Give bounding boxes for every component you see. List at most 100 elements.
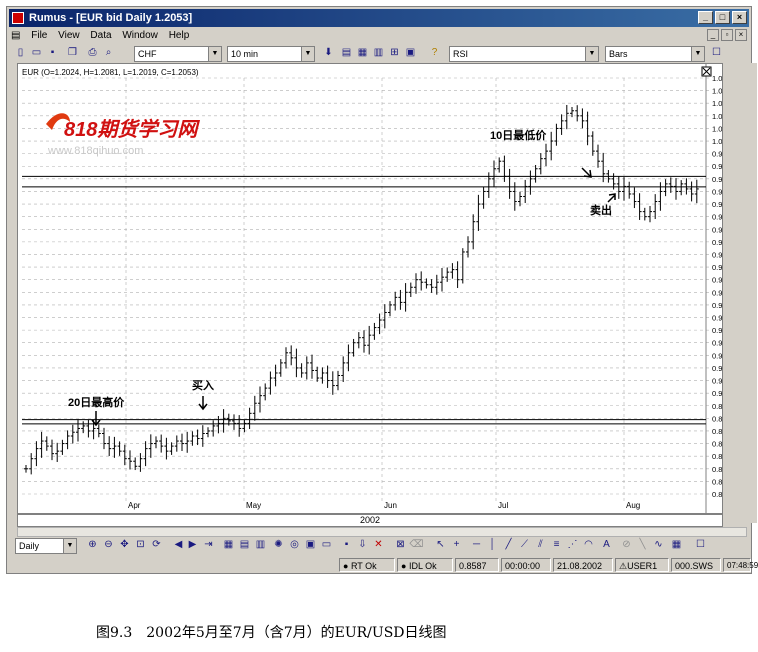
refresh-icon[interactable]: ⟳ [149, 538, 164, 553]
cursor-icon[interactable]: ↖ [433, 538, 448, 553]
price-bar [50, 439, 54, 461]
arrow-up-right-icon [607, 193, 616, 203]
save-chart-icon[interactable]: ▪ [339, 538, 354, 553]
zoom-in-icon[interactable]: ⊕ [85, 538, 100, 553]
figure-caption: 图9.3 2002年5月至7月（含7月）的EUR/USD日线图 [96, 625, 447, 641]
horizontal-line-icon[interactable]: ─ [469, 538, 484, 553]
price-bar [55, 442, 60, 462]
mdi-close-button[interactable]: × [735, 29, 747, 41]
preview-icon[interactable]: ⌕ [101, 46, 116, 61]
export-icon[interactable]: ⇩ [355, 538, 370, 553]
vertical-scrollbar[interactable] [747, 63, 757, 523]
data-icon[interactable]: ▤ [237, 538, 252, 553]
fibo-icon[interactable]: ≡ [549, 538, 564, 553]
fan-icon[interactable]: ⋰ [565, 538, 580, 553]
goto-icon[interactable]: ⇥ [201, 538, 216, 553]
print-icon[interactable]: ⎙ [85, 46, 100, 61]
symbol-select[interactable]: CHF ▼ [134, 46, 222, 62]
menu-data[interactable]: Data [90, 30, 111, 41]
restore-icon[interactable]: ☐ [693, 538, 708, 553]
new-icon[interactable]: ▯ [13, 46, 28, 61]
price-bar [34, 441, 39, 467]
menu-view[interactable]: View [58, 30, 80, 41]
arrow-down-right-icon [581, 167, 592, 178]
y-tick-label: 0.9800 [712, 187, 722, 196]
scale-icon[interactable]: ⊡ [133, 538, 148, 553]
tile-horizontal-icon[interactable]: ▦ [355, 46, 370, 61]
price-bar [507, 168, 512, 199]
grid-toggle-icon[interactable]: ▦ [669, 538, 684, 553]
price-bar [258, 386, 262, 413]
window-icon[interactable]: ▣ [403, 46, 418, 61]
period-select[interactable]: Daily ▼ [15, 538, 77, 554]
template-icon[interactable]: ▣ [303, 538, 318, 553]
y-tick-label: 0.9050 [712, 377, 722, 386]
annotation-sell: 卖出 [590, 193, 616, 217]
interval-select[interactable]: 10 min ▼ [227, 46, 315, 62]
menu-help[interactable]: Help [169, 30, 190, 41]
chart-area[interactable]: 1.0250 1.0200 1.0150 1.0100 1.0050 1.0000 0.99… [17, 63, 735, 514]
price-bar [429, 279, 434, 293]
price-bar [538, 153, 543, 175]
horizontal-scrollbar[interactable] [17, 527, 747, 537]
y-tick-label: 0.9150 [712, 351, 722, 360]
text-icon[interactable]: A [599, 538, 614, 553]
grid-icon[interactable]: ⊞ [387, 46, 402, 61]
ray-icon[interactable]: ⟋ [517, 538, 532, 553]
tile-vertical-icon[interactable]: ▥ [371, 46, 386, 61]
prev-icon[interactable]: ◀ [171, 538, 186, 553]
y-tick-label: 0.9600 [712, 238, 722, 247]
checkbox-icon[interactable]: ☐ [709, 46, 724, 61]
arc-icon[interactable]: ◠ [581, 538, 596, 553]
main-toolbar: ▯ ▭ ▪ ❐ ⎙ ⌕ CHF ▼ 10 min ▼ ⬇ ▤ ▦ ▥ ⊞ ▣ ?… [9, 45, 749, 63]
price-bar [325, 365, 330, 388]
cut-icon[interactable]: ╲ [635, 538, 650, 553]
price-bar [434, 274, 439, 295]
minimize-button[interactable]: _ [698, 11, 713, 24]
price-bar [668, 177, 673, 193]
y-tick-label: 0.9900 [712, 162, 722, 171]
copy-icon[interactable]: ❐ [65, 46, 80, 61]
file-status: 000.SWS [671, 558, 721, 572]
mdi-restore-button[interactable]: ▫ [721, 29, 733, 41]
chart-type-select[interactable]: Bars ▼ [605, 46, 705, 62]
menu-window[interactable]: Window [122, 30, 158, 41]
delete-icon[interactable]: ✕ [371, 538, 386, 553]
crosshair-icon[interactable]: + [449, 538, 464, 553]
close-button[interactable]: × [732, 11, 747, 24]
mdi-minimize-button[interactable]: _ [707, 29, 719, 41]
table-icon[interactable]: ▥ [253, 538, 268, 553]
price-bar [455, 261, 460, 289]
clear-icon[interactable]: ⊠ [393, 538, 408, 553]
clip-icon[interactable]: ⊘ [619, 538, 634, 553]
menu-file[interactable]: File [31, 30, 47, 41]
price-bar [263, 383, 268, 401]
maximize-button[interactable]: □ [715, 11, 730, 24]
monitor-icon[interactable]: ▭ [319, 538, 334, 553]
erase-icon[interactable]: ⌫ [409, 538, 424, 553]
vertical-line-icon[interactable]: │ [485, 538, 500, 553]
price-bar [414, 273, 418, 294]
zoom-out-icon[interactable]: ⊖ [101, 538, 116, 553]
price-bar [393, 291, 398, 311]
trendline-icon[interactable]: ╱ [501, 538, 516, 553]
close-chart-icon[interactable] [701, 66, 712, 77]
next-icon[interactable]: ▶ [185, 538, 200, 553]
save-icon[interactable]: ▪ [45, 46, 60, 61]
indicator-select[interactable]: RSI ▼ [449, 46, 599, 62]
open-icon[interactable]: ▭ [29, 46, 44, 61]
calc-icon[interactable]: ▦ [221, 538, 236, 553]
price-bar [580, 108, 585, 129]
cascade-icon[interactable]: ▤ [339, 46, 354, 61]
download-icon[interactable]: ⬇ [321, 46, 336, 61]
user-status: ⚠USER1 [615, 558, 669, 572]
y-tick-label: 0.8700 [712, 465, 722, 474]
target-icon[interactable]: ◎ [287, 538, 302, 553]
wave-icon[interactable]: ∿ [651, 538, 666, 553]
move-icon[interactable]: ✥ [117, 538, 132, 553]
channel-icon[interactable]: ⫽ [533, 538, 548, 553]
price-bar [39, 431, 44, 458]
settings-icon[interactable]: ✺ [271, 538, 286, 553]
y-tick-label: 1.0100 [712, 112, 722, 121]
help-icon[interactable]: ? [427, 46, 442, 61]
